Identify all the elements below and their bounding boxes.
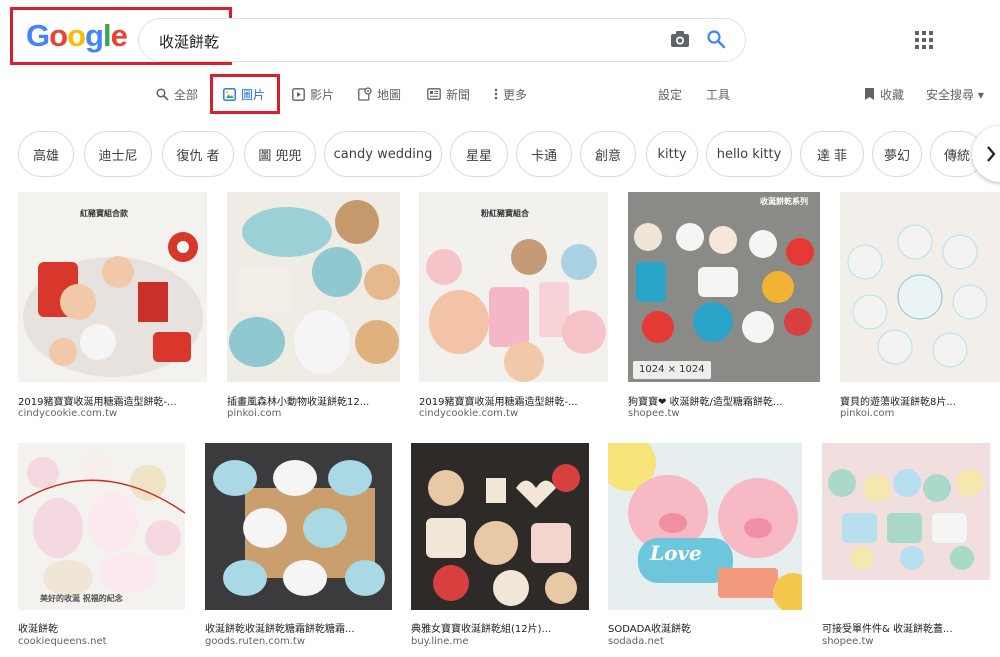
result-thumbnail[interactable]: 紅豬寶組合款 bbox=[18, 192, 207, 382]
cookie-image bbox=[18, 452, 185, 596]
logo-letter: o bbox=[49, 18, 68, 53]
result-caption[interactable]: 寶貝的遊蕩收涎餅乾8片... bbox=[840, 393, 1000, 408]
result-source[interactable]: shopee.tw bbox=[628, 408, 820, 419]
result-thumbnail[interactable] bbox=[227, 192, 400, 382]
chip[interactable]: kitty bbox=[646, 131, 698, 177]
search-icon bbox=[156, 87, 169, 101]
search-icon[interactable] bbox=[706, 29, 726, 49]
result-source[interactable]: goods.ruten.com.tw bbox=[205, 636, 392, 647]
more-vert-icon bbox=[494, 88, 498, 100]
result-source[interactable]: cookiequeens.net bbox=[18, 636, 185, 647]
camera-icon[interactable] bbox=[670, 30, 690, 48]
cookie-image bbox=[23, 232, 203, 377]
result-thumbnail[interactable]: 美好的收涎 祝福的紀念 bbox=[18, 443, 185, 610]
chevron-right-icon bbox=[987, 146, 996, 162]
cookie-image bbox=[229, 200, 400, 374]
chip[interactable]: 創意 bbox=[580, 131, 636, 177]
result-source[interactable]: cindycookie.com.tw bbox=[18, 408, 207, 419]
chips-next-button[interactable] bbox=[972, 126, 1000, 182]
tab-images-label: 圖片 bbox=[241, 87, 266, 102]
tab-maps[interactable]: 地圖 bbox=[358, 85, 401, 103]
result-source[interactable]: pinkoi.com bbox=[840, 408, 1000, 419]
tab-all[interactable]: 全部 bbox=[156, 85, 198, 103]
result-source[interactable]: pinkoi.com bbox=[227, 408, 400, 419]
tab-news[interactable]: 新聞 bbox=[427, 85, 470, 103]
safesearch-label: 安全搜尋 ▾ bbox=[926, 87, 984, 102]
tab-images[interactable]: 圖片 bbox=[223, 85, 265, 103]
tab-more-label: 更多 bbox=[503, 87, 528, 102]
result-thumbnail[interactable]: Love bbox=[608, 443, 802, 610]
tab-videos[interactable]: 影片 bbox=[292, 85, 334, 103]
tab-all-label: 全部 bbox=[174, 87, 199, 102]
safesearch-menu[interactable]: 安全搜尋 ▾ bbox=[926, 85, 984, 103]
chip[interactable]: 迪士尼 bbox=[84, 131, 152, 177]
result-source[interactable]: cindycookie.com.tw bbox=[419, 408, 608, 419]
cookie-image bbox=[828, 469, 984, 570]
result-caption[interactable]: 可接受單件件& 收涎餅乾蓋... bbox=[822, 620, 990, 635]
cookie-image bbox=[213, 460, 385, 596]
video-icon bbox=[292, 87, 305, 101]
image-icon bbox=[223, 87, 236, 101]
result-caption[interactable]: 典雅女寶寶收涎餅乾組(12片)... bbox=[411, 620, 589, 635]
result-caption[interactable]: SODADA收涎餅乾 bbox=[608, 620, 802, 635]
chip[interactable]: 圖 兜兜 bbox=[244, 131, 316, 177]
result-source[interactable]: buy.line.me bbox=[411, 636, 589, 647]
chip[interactable]: 高雄 bbox=[18, 131, 74, 177]
image-overlay-text: 美好的收涎 祝福的紀念 bbox=[40, 594, 123, 603]
result-thumbnail[interactable]: 粉紅豬寶組合 bbox=[419, 192, 608, 382]
saved-link[interactable]: 收藏 bbox=[864, 85, 904, 103]
google-logo[interactable]: Google bbox=[26, 18, 128, 54]
tools-label: 工具 bbox=[706, 87, 731, 102]
image-overlay-text: 粉紅豬寶組合 bbox=[481, 209, 529, 218]
saved-label: 收藏 bbox=[880, 87, 905, 102]
cookie-image bbox=[847, 224, 988, 368]
result-source[interactable]: shopee.tw bbox=[822, 636, 990, 647]
result-thumbnail[interactable]: 收涎餅乾系列 bbox=[628, 192, 820, 382]
logo-letter: o bbox=[67, 18, 86, 53]
result-caption[interactable]: 插畫風森林小動物收涎餅乾12... bbox=[227, 393, 400, 408]
settings-label: 設定 bbox=[658, 87, 683, 102]
image-overlay-text: 紅豬寶組合款 bbox=[80, 209, 128, 218]
search-box[interactable] bbox=[138, 18, 746, 62]
tab-more[interactable]: 更多 bbox=[494, 85, 527, 103]
result-caption[interactable]: 2019豬寶寶收涎用糖霜造型餅乾-... bbox=[18, 393, 207, 408]
cookie-image bbox=[634, 223, 814, 343]
logo-letter: e bbox=[110, 18, 128, 53]
image-overlay-text: Love bbox=[650, 541, 702, 565]
result-caption[interactable]: 狗寶寶❤ 收涎餅乾/造型糖霜餅乾... bbox=[628, 393, 820, 408]
settings-link[interactable]: 設定 bbox=[658, 85, 682, 103]
chip[interactable]: 星星 bbox=[450, 131, 508, 177]
chip[interactable]: 夢幻 bbox=[872, 131, 922, 177]
result-caption[interactable]: 2019豬寶寶收涎用糖霜造型餅乾-... bbox=[419, 393, 608, 408]
result-thumbnail[interactable] bbox=[411, 443, 589, 610]
chip[interactable]: candy wedding bbox=[324, 131, 442, 177]
chip[interactable]: hello kitty bbox=[706, 131, 792, 177]
logo-letter: g bbox=[85, 18, 104, 53]
apps-grid-icon[interactable] bbox=[915, 31, 933, 49]
cookie-image bbox=[608, 443, 802, 610]
cookie-image bbox=[426, 464, 580, 606]
tab-videos-label: 影片 bbox=[310, 87, 335, 102]
newspaper-icon bbox=[427, 88, 441, 100]
result-caption[interactable]: 收涎餅乾 bbox=[18, 620, 185, 635]
chip[interactable]: 復仇 者 bbox=[162, 131, 234, 177]
chip[interactable]: 達 菲 bbox=[800, 131, 864, 177]
result-thumbnail[interactable] bbox=[205, 443, 392, 610]
chip[interactable]: 卡通 bbox=[516, 131, 572, 177]
tab-maps-label: 地圖 bbox=[377, 87, 402, 102]
cookie-image bbox=[426, 239, 606, 382]
search-input[interactable] bbox=[157, 28, 641, 54]
result-thumbnail[interactable] bbox=[840, 192, 1000, 382]
result-thumbnail[interactable] bbox=[822, 443, 990, 580]
tools-link[interactable]: 工具 bbox=[706, 85, 730, 103]
image-dimensions-badge: 1024 × 1024 bbox=[633, 361, 711, 379]
image-overlay-text: 收涎餅乾系列 bbox=[760, 197, 808, 206]
result-caption[interactable]: 收涎餅乾收涎餅乾糖霜餅乾糖霜... bbox=[205, 620, 392, 635]
result-source[interactable]: sodada.net bbox=[608, 636, 802, 647]
tab-news-label: 新聞 bbox=[446, 87, 471, 102]
logo-letter: l bbox=[102, 18, 112, 53]
logo-letter: G bbox=[26, 18, 50, 53]
map-pin-icon bbox=[358, 87, 372, 101]
bookmark-icon bbox=[865, 88, 874, 100]
